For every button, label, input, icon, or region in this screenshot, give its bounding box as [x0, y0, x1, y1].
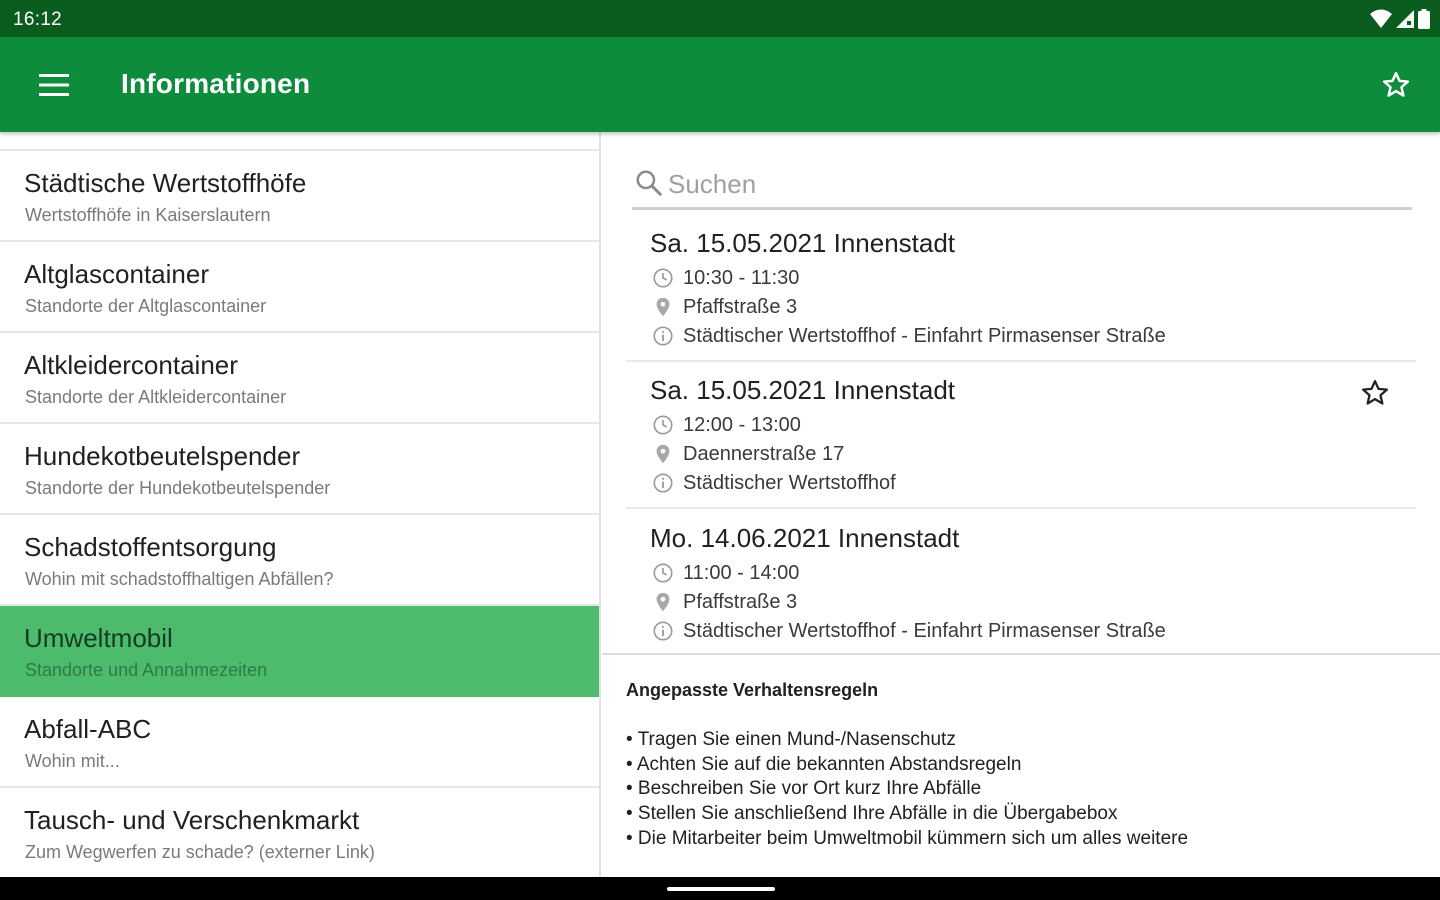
- info-icon: [652, 325, 674, 347]
- rules-title: Angepasste Verhaltensregeln: [626, 680, 879, 700]
- rule-item: • Tragen Sie einen Mund-/Nasenschutz: [626, 729, 956, 750]
- clock-icon: [652, 562, 674, 584]
- list-item-hundekotbeutelspender[interactable]: Hundekotbeutelspender Standorte der Hund…: [0, 424, 599, 515]
- rule-item: • Beschreiben Sie vor Ort kurz Ihre Abfä…: [626, 778, 982, 800]
- event-info-text: Städtischer Wertstoffhof: [683, 471, 896, 494]
- list-item-subtitle: Wertstoffhöfe in Kaiserslautern: [25, 205, 271, 225]
- list-item-title: Hundekotbeutelspender: [24, 441, 301, 471]
- umweltmobil-detail: Sa. 15.05.2021 Innenstadt 10:30 - 11:30 …: [602, 132, 1440, 877]
- star-outline-icon: [1362, 380, 1388, 405]
- event-item[interactable]: Sa. 15.05.2021 Innenstadt 12:00 - 13:00 …: [626, 362, 1416, 509]
- page-title: Informationen: [121, 68, 311, 99]
- list-item-partial[interactable]: [0, 132, 599, 151]
- search-box[interactable]: [632, 162, 1412, 210]
- event-title: Sa. 15.05.2021 Innenstadt: [650, 228, 956, 258]
- list-item-subtitle: Wohin mit schadstoffhaltigen Abfällen?: [25, 569, 334, 589]
- list-item-title: Altkleidercontainer: [24, 350, 238, 380]
- list-item-altglascontainer[interactable]: Altglascontainer Standorte der Altglasco…: [0, 242, 599, 333]
- list-item-subtitle: Zum Wegwerfen zu schade? (externer Link): [25, 842, 375, 862]
- info-icon: [652, 472, 674, 494]
- list-item-title: Abfall-ABC: [24, 714, 152, 744]
- list-item-altkleidercontainer[interactable]: Altkleidercontainer Standorte der Altkle…: [0, 333, 599, 424]
- list-item-title: Tausch- und Verschenkmarkt: [24, 805, 360, 835]
- list-item-umweltmobil[interactable]: Umweltmobil Standorte und Annahmezeiten: [0, 606, 599, 697]
- event-location: Pfaffstraße 3: [652, 294, 797, 320]
- status-time: 16:12: [13, 9, 63, 30]
- event-item[interactable]: Sa. 15.05.2021 Innenstadt 10:30 - 11:30 …: [626, 215, 1416, 362]
- list-item-title: Städtische Wertstoffhöfe: [24, 168, 307, 198]
- list-item-wertstoffhoefe[interactable]: Städtische Wertstoffhöfe Wertstoffhöfe i…: [0, 151, 599, 242]
- menu-button[interactable]: [28, 61, 80, 109]
- status-bar: 16:12: [0, 0, 1440, 37]
- list-item-title: Umweltmobil: [24, 623, 173, 653]
- event-info-text: Städtischer Wertstoffhof - Einfahrt Pirm…: [683, 324, 1166, 347]
- event-title: Mo. 14.06.2021 Innenstadt: [650, 523, 960, 553]
- event-location-text: Pfaffstraße 3: [683, 590, 798, 613]
- favorite-button[interactable]: [1372, 61, 1420, 109]
- event-title: Sa. 15.05.2021 Innenstadt: [650, 375, 956, 405]
- clock-icon: [652, 267, 674, 289]
- cell-signal-icon: [1396, 10, 1414, 28]
- info-category-list: Städtische Wertstoffhöfe Wertstoffhöfe i…: [0, 132, 601, 877]
- status-icons: [1370, 8, 1430, 30]
- list-item-subtitle: Wohin mit...: [25, 751, 120, 771]
- event-info: Städtischer Wertstoffhof - Einfahrt Pirm…: [652, 323, 1166, 349]
- location-pin-icon: [652, 296, 674, 318]
- location-pin-icon: [652, 443, 674, 465]
- rule-item: • Stellen Sie anschließend Ihre Abfälle …: [626, 803, 1118, 825]
- rule-item: • Die Mitarbeiter beim Umweltmobil kümme…: [626, 827, 1189, 849]
- event-location-text: Pfaffstraße 3: [683, 295, 798, 318]
- event-location: Daennerstraße 17: [652, 441, 844, 467]
- search-icon: [636, 170, 662, 196]
- event-time-text: 10:30 - 11:30: [683, 266, 800, 289]
- event-info: Städtischer Wertstoffhof: [652, 470, 896, 496]
- clock-icon: [652, 414, 674, 436]
- event-location: Pfaffstraße 3: [652, 589, 797, 615]
- list-item-schadstoffentsorgung[interactable]: Schadstoffentsorgung Wohin mit schadstof…: [0, 515, 599, 606]
- list-item-abfall-abc[interactable]: Abfall-ABC Wohin mit...: [0, 697, 599, 788]
- event-time-text: 11:00 - 14:00: [683, 561, 800, 584]
- location-pin-icon: [652, 591, 674, 613]
- rules-section: Angepasste Verhaltensregeln • Tragen Sie…: [626, 680, 1426, 852]
- wifi-icon: [1370, 9, 1392, 28]
- event-time: 12:00 - 13:00: [652, 412, 801, 438]
- rule-item: • Achten Sie auf die bekannten Abstandsr…: [626, 753, 1022, 775]
- divider: [602, 653, 1440, 655]
- event-location-text: Daennerstraße 17: [683, 442, 845, 465]
- list-item-subtitle: Standorte und Annahmezeiten: [25, 660, 268, 680]
- list-item-subtitle: Standorte der Altkleidercontainer: [25, 387, 287, 407]
- event-item[interactable]: Mo. 14.06.2021 Innenstadt 11:00 - 14:00 …: [626, 510, 1416, 657]
- event-info-text: Städtischer Wertstoffhof - Einfahrt Pirm…: [683, 619, 1166, 642]
- info-icon: [652, 620, 674, 642]
- list-item-title: Altglascontainer: [24, 259, 209, 289]
- list-item-tauschmarkt[interactable]: Tausch- und Verschenkmarkt Zum Wegwerfen…: [0, 788, 599, 877]
- event-info: Städtischer Wertstoffhof - Einfahrt Pirm…: [652, 618, 1166, 644]
- list-item-subtitle: Standorte der Altglascontainer: [25, 296, 267, 316]
- home-gesture-handle[interactable]: [667, 887, 775, 891]
- system-nav-bar: [0, 877, 1440, 900]
- search-input[interactable]: [668, 166, 1398, 202]
- menu-icon: [39, 74, 69, 96]
- list-item-title: Schadstoffentsorgung: [24, 532, 277, 562]
- battery-icon: [1418, 9, 1430, 29]
- event-time-text: 12:00 - 13:00: [683, 413, 801, 436]
- event-time: 11:00 - 14:00: [652, 560, 799, 586]
- event-favorite-button[interactable]: [1358, 376, 1392, 410]
- star-outline-icon: [1382, 71, 1410, 97]
- list-item-subtitle: Standorte der Hundekotbeutelspender: [25, 478, 331, 498]
- app-bar: Informationen: [0, 37, 1440, 132]
- event-time: 10:30 - 11:30: [652, 265, 799, 291]
